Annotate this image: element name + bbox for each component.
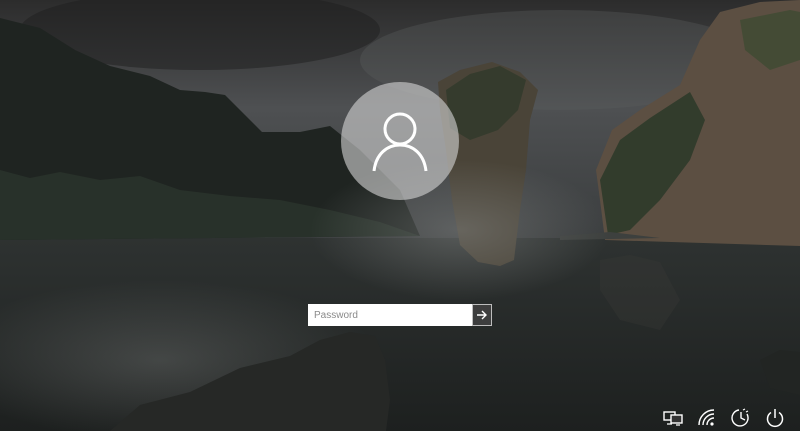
power-icon <box>766 409 784 428</box>
user-avatar <box>341 82 459 200</box>
ease-of-access-icon <box>731 408 749 427</box>
submit-button[interactable] <box>472 304 492 326</box>
ease-of-access-button[interactable] <box>730 407 752 429</box>
arrow-right-icon <box>477 310 487 320</box>
user-name <box>250 218 550 219</box>
lock-screen <box>0 0 800 431</box>
background-landscape <box>0 0 800 431</box>
password-input[interactable] <box>308 304 472 326</box>
network-button[interactable] <box>662 407 684 429</box>
wifi-icon <box>698 409 715 426</box>
power-button[interactable] <box>764 407 786 429</box>
password-row <box>308 304 492 326</box>
wifi-button[interactable] <box>696 407 718 429</box>
user-silhouette-icon <box>372 112 428 172</box>
system-tray <box>662 405 786 431</box>
network-icon <box>663 411 683 426</box>
